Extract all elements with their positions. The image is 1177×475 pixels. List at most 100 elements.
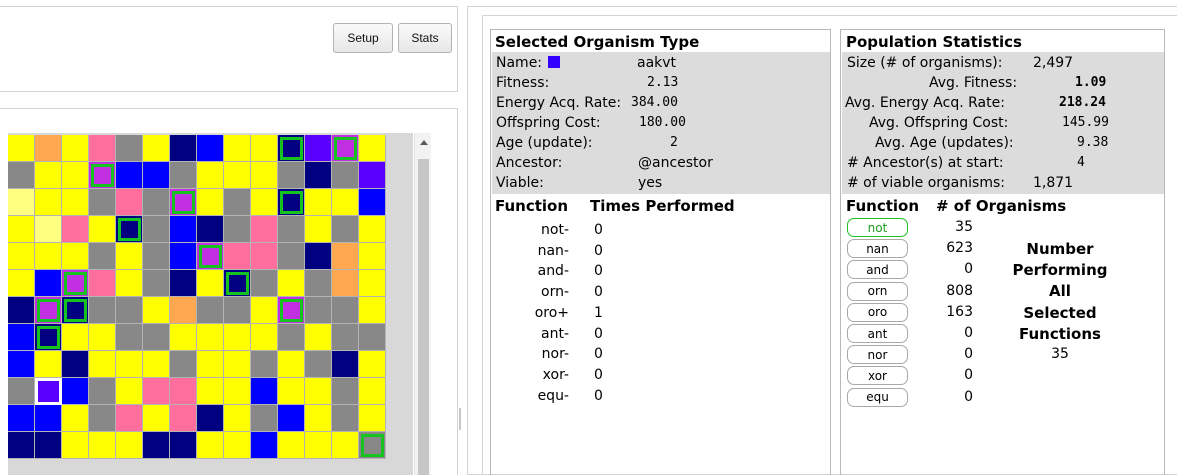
grid-cell[interactable] xyxy=(35,162,62,189)
grid-cell[interactable] xyxy=(332,405,359,432)
function-toggle-button-not[interactable]: not xyxy=(847,218,908,237)
grid-cell[interactable] xyxy=(197,243,224,270)
grid-cell[interactable] xyxy=(116,270,143,297)
grid-cell[interactable] xyxy=(116,324,143,351)
grid-cell[interactable] xyxy=(35,135,62,162)
grid-cell[interactable] xyxy=(305,189,332,216)
grid-cell[interactable] xyxy=(197,216,224,243)
grid-cell[interactable] xyxy=(197,324,224,351)
grid-cell[interactable] xyxy=(170,189,197,216)
grid-cell[interactable] xyxy=(35,351,62,378)
grid-cell[interactable] xyxy=(170,432,197,459)
grid-cell[interactable] xyxy=(35,270,62,297)
grid-cell[interactable] xyxy=(359,189,386,216)
grid-cell[interactable] xyxy=(251,297,278,324)
grid-cell[interactable] xyxy=(8,405,35,432)
grid-cell[interactable] xyxy=(89,216,116,243)
grid-cell[interactable] xyxy=(89,162,116,189)
grid-cell[interactable] xyxy=(359,270,386,297)
grid-cell[interactable] xyxy=(278,135,305,162)
grid-cell[interactable] xyxy=(251,135,278,162)
grid-cell[interactable] xyxy=(62,351,89,378)
grid-cell[interactable] xyxy=(359,135,386,162)
grid-cell[interactable] xyxy=(251,405,278,432)
grid-cell[interactable] xyxy=(116,405,143,432)
stats-button[interactable]: Stats xyxy=(398,23,452,53)
grid-cell[interactable] xyxy=(332,432,359,459)
grid-cell[interactable] xyxy=(116,162,143,189)
scrollbar-thumb[interactable] xyxy=(418,159,429,475)
grid-cell[interactable] xyxy=(251,270,278,297)
grid-cell[interactable] xyxy=(278,297,305,324)
grid-cell[interactable] xyxy=(224,189,251,216)
function-toggle-button-oro[interactable]: oro xyxy=(847,302,908,322)
grid-cell[interactable] xyxy=(116,432,143,459)
grid-cell[interactable] xyxy=(197,405,224,432)
grid-cell[interactable] xyxy=(359,324,386,351)
grid-cell[interactable] xyxy=(143,216,170,243)
grid-cell[interactable] xyxy=(89,324,116,351)
function-toggle-button-equ[interactable]: equ xyxy=(847,387,908,407)
grid-cell[interactable] xyxy=(224,405,251,432)
grid-cell[interactable] xyxy=(170,216,197,243)
grid-cell[interactable] xyxy=(305,324,332,351)
function-toggle-button-and[interactable]: and xyxy=(847,260,908,280)
grid-cell[interactable] xyxy=(35,216,62,243)
grid-cell[interactable] xyxy=(305,378,332,405)
grid-cell[interactable] xyxy=(35,243,62,270)
grid-cell[interactable] xyxy=(278,270,305,297)
grid-cell[interactable] xyxy=(143,378,170,405)
grid-cell[interactable] xyxy=(8,216,35,243)
grid-cell[interactable] xyxy=(251,351,278,378)
grid-cell[interactable] xyxy=(224,243,251,270)
grid-cell[interactable] xyxy=(224,270,251,297)
grid-cell[interactable] xyxy=(278,243,305,270)
grid-cell[interactable] xyxy=(143,162,170,189)
grid-cell[interactable] xyxy=(305,243,332,270)
grid-cell[interactable] xyxy=(8,162,35,189)
grid-cell[interactable] xyxy=(143,297,170,324)
grid-cell[interactable] xyxy=(224,216,251,243)
grid-cell[interactable] xyxy=(278,351,305,378)
scroll-up-arrow-icon[interactable] xyxy=(420,140,428,145)
grid-cell[interactable] xyxy=(224,432,251,459)
grid-cell[interactable] xyxy=(305,270,332,297)
function-toggle-button-xor[interactable]: xor xyxy=(847,366,908,386)
grid-cell[interactable] xyxy=(62,270,89,297)
grid-cell[interactable] xyxy=(143,432,170,459)
grid-cell[interactable] xyxy=(332,162,359,189)
grid-cell[interactable] xyxy=(89,270,116,297)
grid-cell[interactable] xyxy=(305,216,332,243)
grid-cell[interactable] xyxy=(224,162,251,189)
grid-cell[interactable] xyxy=(278,405,305,432)
grid-cell[interactable] xyxy=(143,189,170,216)
grid-cell[interactable] xyxy=(143,270,170,297)
grid-cell[interactable] xyxy=(224,297,251,324)
grid-cell[interactable] xyxy=(8,324,35,351)
grid-cell[interactable] xyxy=(62,432,89,459)
grid-cell[interactable] xyxy=(224,324,251,351)
grid-cell[interactable] xyxy=(8,270,35,297)
grid-cell[interactable] xyxy=(305,351,332,378)
grid-cell[interactable] xyxy=(251,189,278,216)
grid-cell[interactable] xyxy=(332,243,359,270)
grid-cell[interactable] xyxy=(332,270,359,297)
grid-cell[interactable] xyxy=(89,135,116,162)
grid-cell[interactable] xyxy=(143,135,170,162)
grid-cell[interactable] xyxy=(197,432,224,459)
grid-cell[interactable] xyxy=(359,243,386,270)
grid-cell[interactable] xyxy=(170,162,197,189)
grid-cell[interactable] xyxy=(332,351,359,378)
grid-cell[interactable] xyxy=(89,297,116,324)
grid-cell[interactable] xyxy=(359,216,386,243)
grid-cell[interactable] xyxy=(170,297,197,324)
grid-cell[interactable] xyxy=(251,243,278,270)
grid-cell[interactable] xyxy=(8,432,35,459)
grid-cell[interactable] xyxy=(359,351,386,378)
grid-cell[interactable] xyxy=(170,351,197,378)
grid-cell[interactable] xyxy=(35,405,62,432)
grid-cell[interactable] xyxy=(197,189,224,216)
grid-cell[interactable] xyxy=(197,162,224,189)
grid-cell[interactable] xyxy=(305,297,332,324)
grid-cell[interactable] xyxy=(116,189,143,216)
